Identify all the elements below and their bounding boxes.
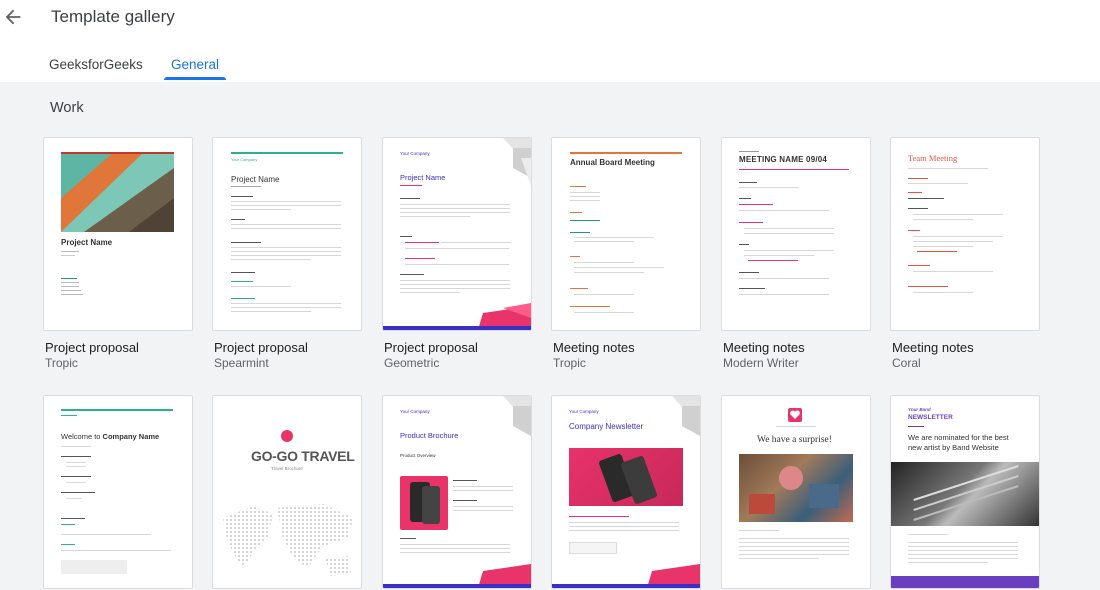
header: Template gallery GeeksforGeeks General [0,0,1100,82]
preview-heading: We are nominated for the best new artist… [908,433,1009,452]
template-subtitle: Tropic [553,356,586,370]
tab-active-indicator [164,77,226,80]
template-title: Project proposal [384,340,478,355]
preview-heading: MEETING NAME 09/04 [739,155,828,164]
preview-label: NEWSLETTER [908,414,953,421]
template-subtitle: Geometric [384,356,440,370]
surprise-image [739,454,853,522]
preview-company: Your Company [400,151,430,156]
template-thumbnail[interactable]: Annual Board Meeting [551,137,701,331]
template-thumbnail[interactable]: Your Company Project Name [212,137,362,331]
guitar-image [891,462,1039,526]
preview-heading: Team Meeting [908,153,958,163]
footer-bar [891,576,1039,588]
preview-heading: We have a surprise! [757,435,832,445]
template-title: Meeting notes [723,340,805,355]
template-thumbnail[interactable]: Team Meeting [890,137,1040,331]
travel-logo-icon [281,430,293,442]
preview-subheading: Travel Brochure [271,466,303,471]
template-title: Meeting notes [553,340,635,355]
template-title: Project proposal [45,340,139,355]
template-subtitle: Tropic [45,356,78,370]
template-title: Meeting notes [892,340,974,355]
world-map-icon [223,504,353,576]
section-title-work: Work [50,100,84,116]
template-title: Project proposal [214,340,308,355]
tab-geeksforgeeks[interactable]: GeeksforGeeks [49,57,143,72]
template-thumbnail[interactable]: Welcome to Company Name [43,395,193,589]
tropic-graphic [61,152,174,232]
template-thumbnail[interactable]: Project Name [43,137,193,331]
tab-general[interactable]: General [171,57,219,72]
preview-heading: Annual Board Meeting [570,158,655,167]
preview-heading: GO-GO TRAVEL [251,448,355,464]
template-subtitle: Spearmint [214,356,269,370]
newsletter-image [569,448,683,506]
template-subtitle: Modern Writer [723,356,799,370]
preview-heading: Project Name [231,175,280,184]
page-title: Template gallery [51,7,175,26]
preview-small: Your Band [908,407,931,412]
preview-heading: Project Name [400,173,446,182]
template-thumbnail[interactable]: GO-GO TRAVEL Travel Brochure [212,395,362,589]
preview-heading: Product Brochure [400,431,459,440]
template-thumbnail[interactable]: Your Band NEWSLETTER We are nominated fo… [890,395,1040,589]
template-thumbnail[interactable]: We have a surprise! [721,395,871,589]
preview-subheading: Product Overview [400,453,436,458]
preview-heading: Company Newsletter [569,422,644,431]
template-thumbnail[interactable]: Your Company Project Name [382,137,532,331]
preview-company: Your Company [231,157,258,162]
preview-heading: Project Name [61,238,113,247]
heart-logo-icon [788,408,802,422]
template-thumbnail[interactable]: Your Company Company Newsletter [551,395,701,589]
preview-heading: Welcome to Company Name [61,432,160,441]
preview-company: Your Company [400,409,430,414]
template-subtitle: Coral [892,356,921,370]
template-thumbnail[interactable]: MEETING NAME 09/04 [721,137,871,331]
back-arrow-icon[interactable] [2,6,24,28]
geometric-graphic [383,138,531,330]
template-thumbnail[interactable]: Your Company Product Brochure Product Ov… [382,395,532,589]
preview-company: Your Company [569,409,599,414]
phone-image [400,476,448,530]
